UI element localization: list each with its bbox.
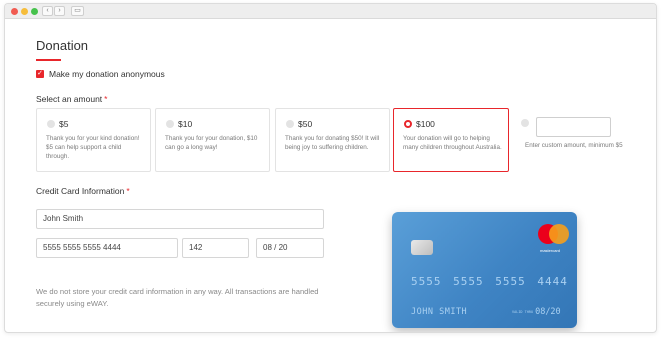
page-title: Donation (36, 38, 89, 53)
anonymous-option[interactable]: ✓ Make my donation anonymous (36, 69, 165, 79)
amount-option-100[interactable]: $100 Your donation will go to helping ma… (393, 108, 509, 172)
close-window-button[interactable] (11, 8, 18, 15)
card-brand-label: mastercard (540, 248, 561, 253)
amount-radio[interactable] (521, 119, 529, 127)
card-expiry-prefix: VALID THRU (512, 309, 534, 314)
amount-radio-selected[interactable] (404, 120, 412, 128)
credit-card-label: Credit Card Information * (36, 186, 130, 196)
amount-value: $10 (178, 119, 193, 129)
amount-radio[interactable] (47, 120, 55, 128)
custom-amount-description: Enter custom amount, minimum $5 (525, 142, 623, 149)
amount-option-5[interactable]: $5 Thank you for your kind donation! $5 … (36, 108, 151, 172)
credit-card-preview: mastercard 5555 5555 5555 4444 JOHN SMIT… (392, 212, 577, 328)
amount-description: Your donation will go to helping many ch… (403, 135, 502, 151)
amount-description: Thank you for your donation, $10 can go … (165, 135, 258, 151)
security-note: We do not store your credit card informa… (36, 287, 319, 308)
amount-radio[interactable] (286, 120, 294, 128)
amount-description: Thank you for donating $50! It will bein… (285, 135, 380, 151)
amount-value: $50 (298, 119, 313, 129)
amount-radio[interactable] (166, 120, 174, 128)
card-chip-icon (411, 240, 433, 255)
title-underline (36, 59, 61, 61)
amount-option-custom[interactable]: Enter custom amount, minimum $5 (513, 108, 629, 172)
back-arrow-icon[interactable]: ‹ (42, 6, 53, 16)
forward-arrow-icon[interactable]: › (54, 6, 65, 16)
amount-option-50[interactable]: $50 Thank you for donating $50! It will … (275, 108, 390, 172)
select-amount-label: Select an amount * (36, 94, 108, 104)
anonymous-checkbox[interactable]: ✓ (36, 70, 44, 78)
maximize-window-button[interactable] (31, 8, 38, 15)
amount-option-10[interactable]: $10 Thank you for your donation, $10 can… (155, 108, 270, 172)
window-titlebar: ‹ › ▭ (5, 4, 656, 19)
amount-value: $100 (416, 119, 435, 129)
expiry-input[interactable]: 08 / 20 (256, 238, 324, 258)
page-content: Donation ✓ Make my donation anonymous Se… (5, 19, 656, 332)
card-preview-number: 5555 5555 5555 4444 (411, 275, 568, 288)
amount-value: $5 (59, 119, 69, 129)
minimize-window-button[interactable] (21, 8, 28, 15)
cvv-input[interactable]: 142 (182, 238, 249, 258)
browser-window: ‹ › ▭ Donation ✓ Make my donation anonym… (4, 3, 657, 333)
anonymous-label: Make my donation anonymous (49, 69, 165, 79)
card-preview-expiry: VALID THRU 08/20 (512, 307, 561, 317)
cardholder-name-input[interactable]: John Smith (36, 209, 324, 229)
sidebar-toggle-icon[interactable]: ▭ (71, 6, 84, 16)
card-number-input[interactable]: 5555 5555 5555 4444 (36, 238, 178, 258)
mastercard-logo-icon (538, 224, 572, 246)
card-preview-holder: JOHN SMITH (411, 307, 468, 317)
custom-amount-input[interactable] (536, 117, 611, 137)
amount-description: Thank you for your kind donation! $5 can… (46, 135, 140, 160)
